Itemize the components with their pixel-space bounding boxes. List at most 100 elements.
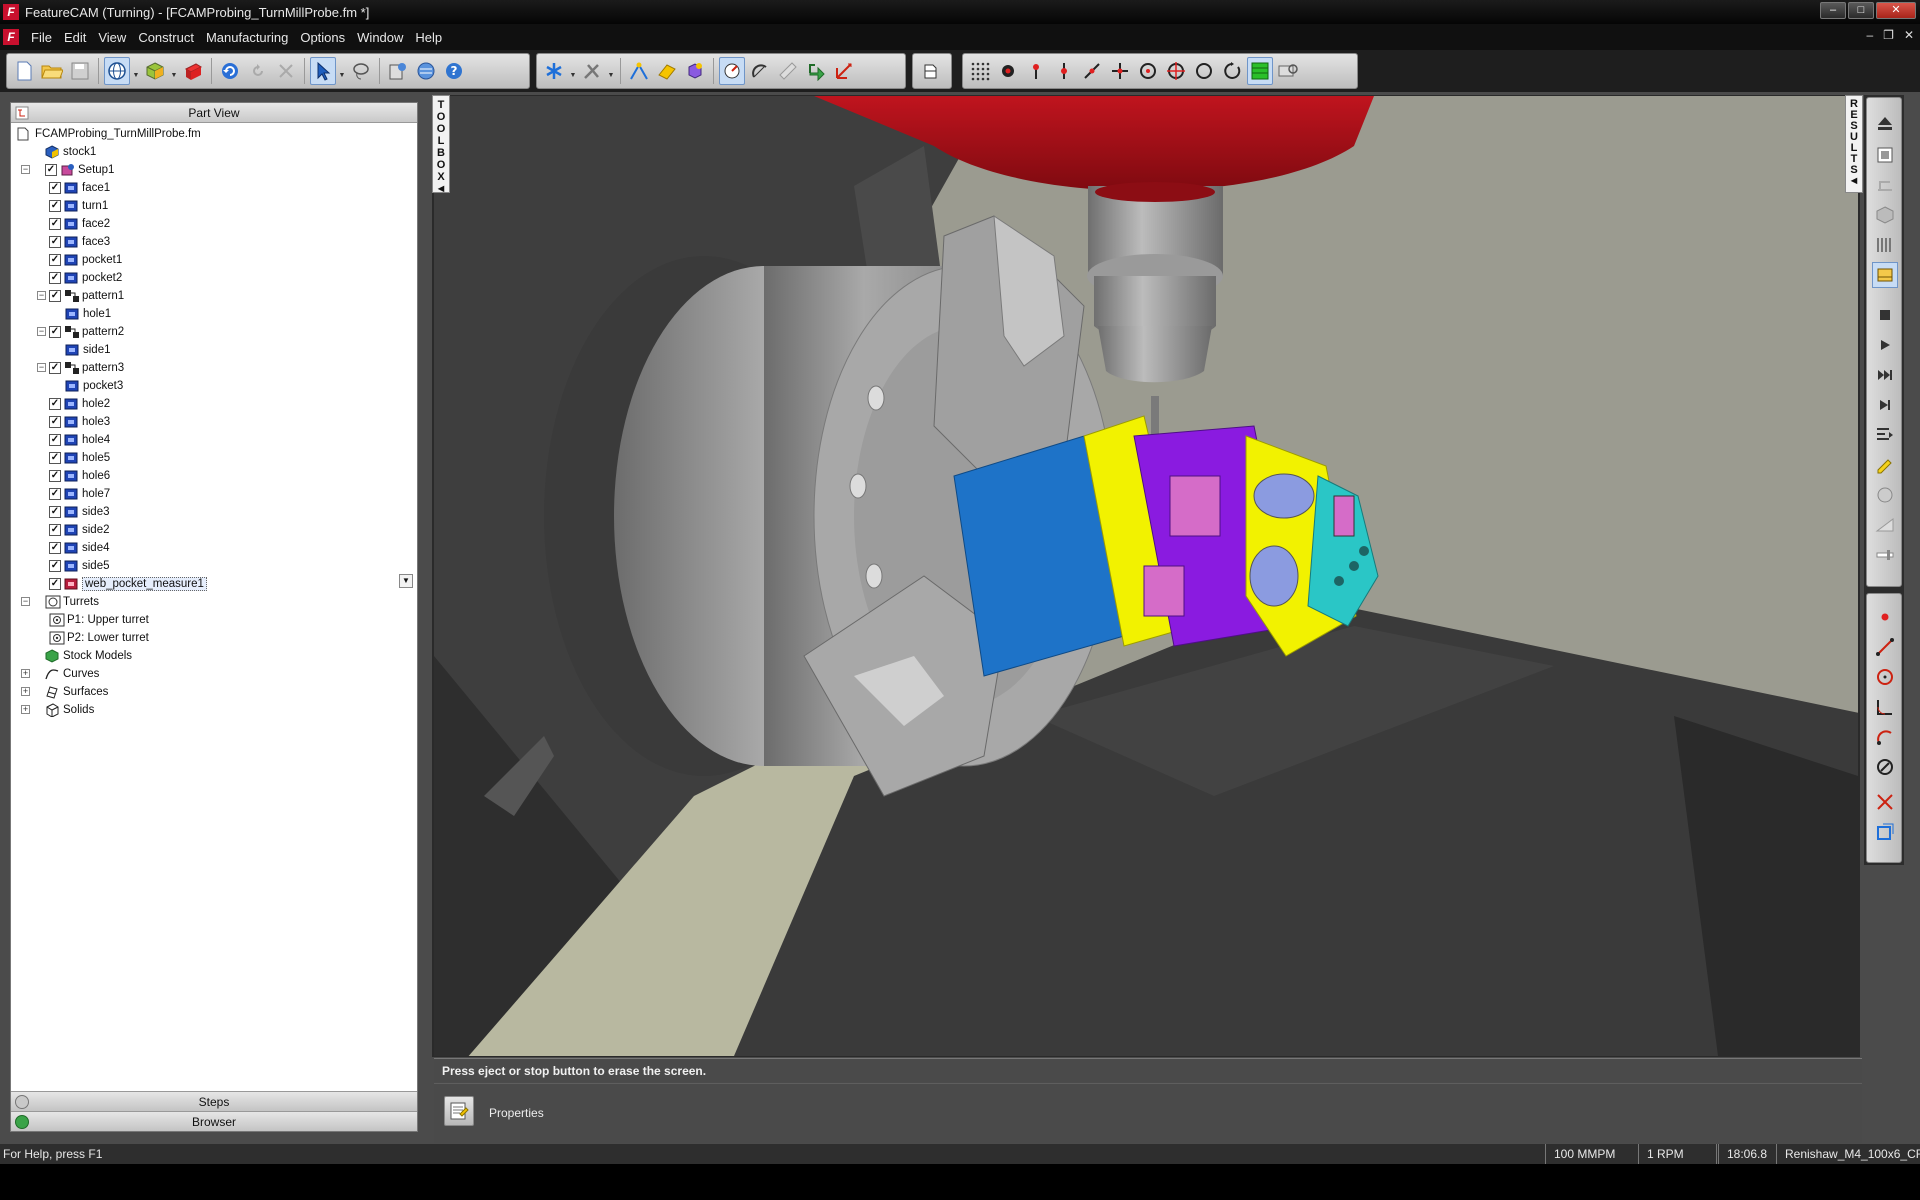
collapse-icon[interactable]: − xyxy=(21,165,30,174)
circle-tangent-icon[interactable] xyxy=(1872,754,1898,780)
visibility-checkbox[interactable]: ✓ xyxy=(49,362,61,374)
visibility-checkbox[interactable]: ✓ xyxy=(49,578,61,590)
ramp-icon[interactable] xyxy=(1872,512,1898,538)
globe-help-icon[interactable] xyxy=(413,57,439,85)
redo-icon[interactable] xyxy=(245,57,271,85)
tree-row[interactable]: ✓ side4 xyxy=(11,539,417,557)
simulation-scene[interactable] xyxy=(434,96,1858,1056)
visibility-checkbox[interactable]: ✓ xyxy=(49,254,61,266)
tree-row[interactable]: ✓ web_pocket_measure1 xyxy=(11,575,417,593)
transform-geometry-icon[interactable] xyxy=(1872,819,1898,845)
select-arrow-icon[interactable] xyxy=(310,57,336,85)
browser-tab[interactable]: Browser xyxy=(11,1111,417,1131)
tree-row[interactable]: ✓ hole3 xyxy=(11,413,417,431)
tree-row[interactable]: − ✓ Setup1 xyxy=(11,161,417,179)
help-icon[interactable]: ? xyxy=(441,57,467,85)
tree-row[interactable]: + Solids xyxy=(11,701,417,719)
new-file-icon[interactable] xyxy=(11,57,37,85)
expand-icon[interactable]: + xyxy=(21,687,30,696)
step-options-icon[interactable] xyxy=(1872,422,1898,448)
midpoint-snap-icon[interactable] xyxy=(1051,57,1077,85)
menu-manufacturing[interactable]: Manufacturing xyxy=(200,30,294,45)
tree-row[interactable]: ✓ face3 xyxy=(11,233,417,251)
snowflake-dropdown-icon[interactable]: ▼ xyxy=(569,57,577,85)
mdi-close-button[interactable]: ✕ xyxy=(1904,28,1914,42)
3d-sim-icon[interactable] xyxy=(1872,202,1898,228)
mdi-minimize-button[interactable]: – xyxy=(1866,28,1873,42)
tree-row[interactable]: FCAMProbing_TurnMillProbe.fm xyxy=(11,125,417,143)
endpoint-snap-icon[interactable] xyxy=(1023,57,1049,85)
visibility-checkbox[interactable]: ✓ xyxy=(49,560,61,572)
menu-options[interactable]: Options xyxy=(294,30,351,45)
ruler-icon[interactable] xyxy=(775,57,801,85)
visibility-checkbox[interactable]: ✓ xyxy=(49,470,61,482)
rapid-icon[interactable] xyxy=(1872,142,1898,168)
tree-row[interactable]: ✓ turn1 xyxy=(11,197,417,215)
arc-snap-icon[interactable] xyxy=(1219,57,1245,85)
globe-view-dropdown-icon[interactable]: ▼ xyxy=(132,57,140,85)
tree-row[interactable]: ✓ side5 xyxy=(11,557,417,575)
tree-row[interactable]: ✓ face2 xyxy=(11,215,417,233)
menu-construct[interactable]: Construct xyxy=(132,30,200,45)
point-icon[interactable] xyxy=(1872,604,1898,630)
layer-snap-icon[interactable] xyxy=(1247,57,1273,85)
tree-row[interactable]: − Turrets xyxy=(11,593,417,611)
tree-row[interactable]: P2: Lower turret xyxy=(11,629,417,647)
menu-help[interactable]: Help xyxy=(409,30,448,45)
arc-icon[interactable] xyxy=(1872,724,1898,750)
visibility-checkbox[interactable]: ✓ xyxy=(49,182,61,194)
menu-file[interactable]: File xyxy=(25,30,58,45)
machine-sim-icon[interactable] xyxy=(1872,232,1898,258)
undo-icon[interactable] xyxy=(217,57,243,85)
dimension-icon[interactable] xyxy=(719,57,745,85)
grid-snap-icon[interactable] xyxy=(967,57,993,85)
tree-row[interactable]: ✓ hole4 xyxy=(11,431,417,449)
visibility-checkbox[interactable]: ✓ xyxy=(49,434,61,446)
visibility-checkbox[interactable]: ✓ xyxy=(49,272,61,284)
visibility-checkbox[interactable]: ✓ xyxy=(49,416,61,428)
tree-row[interactable]: stock1 xyxy=(11,143,417,161)
expand-icon[interactable]: + xyxy=(21,669,30,678)
tree-row[interactable]: side1 xyxy=(11,341,417,359)
maximize-button[interactable]: □ xyxy=(1848,2,1874,19)
save-icon[interactable] xyxy=(67,57,93,85)
corner-icon[interactable] xyxy=(1872,694,1898,720)
tree-row[interactable]: − ✓ pattern3 xyxy=(11,359,417,377)
menu-window[interactable]: Window xyxy=(351,30,409,45)
play-icon[interactable] xyxy=(1872,332,1898,358)
eject-icon[interactable] xyxy=(1872,110,1898,136)
stock-dropdown-icon[interactable]: ▼ xyxy=(170,57,178,85)
menu-view[interactable]: View xyxy=(92,30,132,45)
tree-row[interactable]: ✓ hole2 xyxy=(11,395,417,413)
lasso-icon[interactable] xyxy=(348,57,374,85)
tools-dropdown-icon[interactable]: ▼ xyxy=(607,57,615,85)
line-snap-icon[interactable] xyxy=(1079,57,1105,85)
visibility-checkbox[interactable]: ✓ xyxy=(49,290,61,302)
3d-viewport[interactable] xyxy=(434,96,1858,1056)
line-icon[interactable] xyxy=(1872,634,1898,660)
center-snap-icon[interactable] xyxy=(1135,57,1161,85)
menu-edit[interactable]: Edit xyxy=(58,30,92,45)
visibility-checkbox[interactable]: ✓ xyxy=(49,200,61,212)
intersection-snap-icon[interactable] xyxy=(1107,57,1133,85)
visibility-checkbox[interactable]: ✓ xyxy=(45,164,57,176)
tree-row[interactable]: ✓ face1 xyxy=(11,179,417,197)
tree-row[interactable]: ✓ hole7 xyxy=(11,485,417,503)
solid-wizard-icon[interactable] xyxy=(682,57,708,85)
collapse-icon[interactable]: − xyxy=(37,363,46,372)
visibility-checkbox[interactable]: ✓ xyxy=(49,326,61,338)
properties-button[interactable] xyxy=(444,1096,474,1126)
tree-row[interactable]: − ✓ pattern2 xyxy=(11,323,417,341)
tree-row[interactable]: ✓ hole6 xyxy=(11,467,417,485)
point-snap-icon[interactable] xyxy=(995,57,1021,85)
visibility-checkbox[interactable]: ✓ xyxy=(49,218,61,230)
probe-pencil-icon[interactable] xyxy=(1872,452,1898,478)
fast-forward-icon[interactable] xyxy=(1872,362,1898,388)
toolpath-icon[interactable] xyxy=(1872,172,1898,198)
globe-view-icon[interactable] xyxy=(104,57,130,85)
slider-icon[interactable] xyxy=(1872,542,1898,568)
stop-icon[interactable] xyxy=(1872,302,1898,328)
surface-wizard-icon[interactable] xyxy=(654,57,680,85)
minimize-button[interactable]: – xyxy=(1820,2,1846,19)
visibility-checkbox[interactable]: ✓ xyxy=(49,236,61,248)
